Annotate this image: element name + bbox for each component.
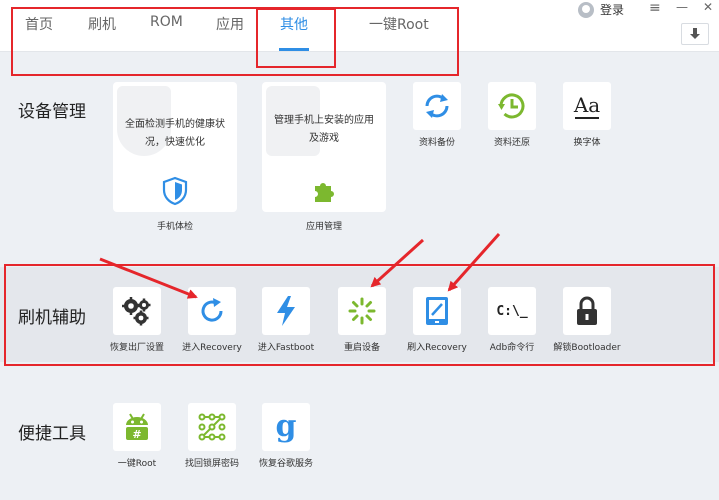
sync-icon [425, 94, 449, 118]
tile-find-lock-password[interactable] [188, 403, 236, 451]
font-icon: Aa [574, 94, 600, 119]
login-label: 登录 [600, 3, 625, 17]
tile-change-font[interactable]: Aa [563, 82, 611, 130]
tile-data-restore[interactable] [488, 82, 536, 130]
tablet-edit-icon [426, 297, 448, 325]
active-tab-indicator [279, 48, 309, 51]
lightning-icon [277, 296, 295, 326]
tile-restore-google-services[interactable]: g [262, 403, 310, 451]
tile-reboot-device[interactable] [338, 287, 386, 335]
tab-one-click-root[interactable]: 一键Root [369, 14, 429, 34]
shield-icon [160, 176, 190, 206]
pattern-lock-icon [198, 413, 226, 441]
lock-icon [577, 296, 597, 325]
tab-rom[interactable]: ROM [150, 14, 183, 30]
google-icon: g [275, 409, 297, 444]
section-title-flash: 刷机辅助 [18, 308, 86, 328]
svg-text:#: # [132, 428, 141, 441]
font-icon-glyph: Aa [573, 92, 601, 117]
tile-enter-fastboot[interactable] [262, 287, 310, 335]
section-title-tools: 便捷工具 [18, 424, 86, 444]
tab-apps[interactable]: 应用 [216, 14, 244, 34]
card-app-management[interactable]: 管理手机上安装的应用及游戏 [262, 82, 386, 212]
tile-enter-recovery[interactable] [188, 287, 236, 335]
card-desc: 管理手机上安装的应用及游戏 [274, 115, 374, 144]
tile-data-backup[interactable] [413, 82, 461, 130]
avatar-icon [578, 1, 594, 18]
download-button[interactable] [681, 23, 709, 45]
download-icon [690, 28, 700, 39]
gears-icon [122, 297, 151, 326]
card-phone-checkup[interactable]: 全面检测手机的健康状况，快速优化 [113, 82, 237, 212]
loading-icon [348, 297, 376, 325]
tile-factory-reset[interactable] [113, 287, 161, 335]
terminal-icon: C:\_ [496, 303, 528, 319]
tile-flash-recovery[interactable] [413, 287, 461, 335]
section-title-device: 设备管理 [18, 102, 86, 122]
minimize-icon[interactable]: — [676, 0, 688, 14]
puzzle-icon [309, 176, 339, 206]
tile-adb-command[interactable]: C:\_ [488, 287, 536, 335]
menu-icon[interactable]: ≡ [649, 0, 661, 16]
tile-label-restore-google-services: 恢复谷歌服务 [258, 459, 313, 469]
card-label-app-management: 应用管理 [305, 222, 342, 232]
close-icon[interactable]: ✕ [703, 0, 713, 14]
top-nav-bar: 首页 刷机 ROM 应用 其他 一键Root 登录 ≡ — ✕ [0, 0, 719, 52]
tile-unlock-bootloader[interactable] [563, 287, 611, 335]
tab-other[interactable]: 其他 [280, 14, 308, 34]
login-button[interactable]: 登录 [578, 1, 624, 18]
tile-label-change-font: 换字体 [573, 138, 601, 148]
tab-home[interactable]: 首页 [25, 14, 53, 34]
card-label-phone-checkup: 手机体检 [156, 222, 193, 232]
tab-flash[interactable]: 刷机 [88, 14, 116, 34]
android-icon: # [126, 413, 148, 441]
refresh-icon [201, 298, 223, 322]
tile-one-click-root[interactable]: # [113, 403, 161, 451]
annotation-arrows [99, 233, 501, 299]
card-desc: 全面检测手机的健康状况，快速优化 [125, 119, 225, 148]
clock-restore-icon [498, 93, 525, 119]
tile-label-unlock-bootloader: 解锁Bootloader [553, 343, 621, 353]
